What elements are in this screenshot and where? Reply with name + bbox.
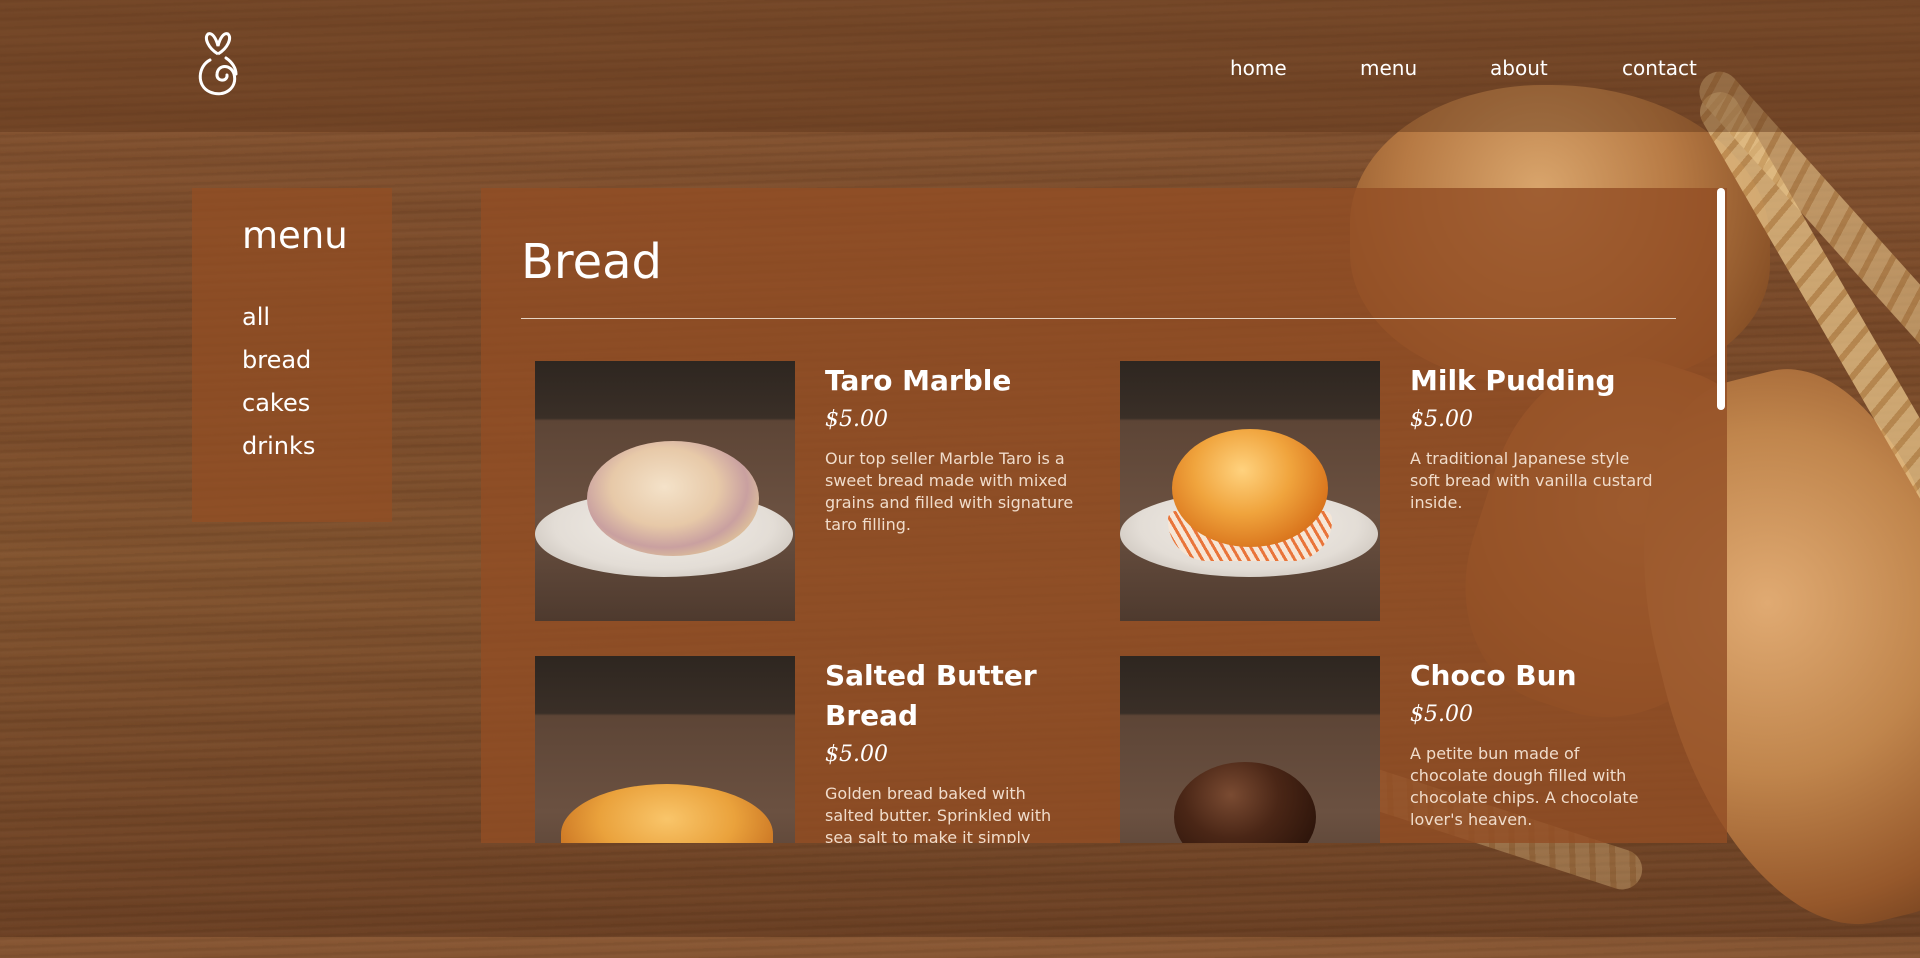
product-price: $5.00 (825, 407, 888, 432)
salted-butter-bread-photo (535, 656, 795, 843)
site-header: home menu about contact (0, 0, 1920, 132)
category-list: all bread cakes drinks (242, 302, 315, 474)
nav-home-link[interactable]: home (1230, 56, 1360, 80)
product-card[interactable]: Milk Pudding $5.00 A traditional Japanes… (1120, 361, 1680, 621)
product-name: Milk Pudding (1410, 364, 1616, 397)
nav-menu-link[interactable]: menu (1360, 56, 1490, 80)
product-description: Our top seller Marble Taro is a sweet br… (825, 449, 1074, 534)
category-drinks[interactable]: drinks (242, 431, 315, 474)
product-description: Golden bread baked with salted butter. S… (825, 784, 1052, 843)
taro-marble-photo (535, 361, 795, 621)
choco-bun-photo (1120, 656, 1380, 843)
product-name: Choco Bun (1410, 659, 1577, 692)
category-bread[interactable]: bread (242, 345, 315, 388)
category-all[interactable]: all (242, 302, 315, 345)
panel-scrollbar[interactable] (1715, 188, 1727, 843)
product-price: $5.00 (825, 742, 888, 767)
product-description: A petite bun made of chocolate dough fil… (1410, 744, 1639, 829)
sidebar-title: menu (242, 214, 348, 257)
product-card[interactable]: Salted Butter Bread $5.00 Golden bread b… (535, 656, 1095, 843)
product-card[interactable]: Taro Marble $5.00 Our top seller Marble … (535, 361, 1095, 621)
product-name: Taro Marble (825, 364, 1012, 397)
logo-icon[interactable] (190, 30, 246, 98)
section-title: Bread (521, 234, 663, 290)
nav-contact-link[interactable]: contact (1622, 56, 1697, 80)
nav-about-link[interactable]: about (1490, 56, 1622, 80)
divider (521, 318, 1676, 319)
milk-pudding-photo (1120, 361, 1380, 621)
main-nav: home menu about contact (1230, 56, 1697, 80)
product-price: $5.00 (1410, 702, 1473, 727)
scrollbar-thumb[interactable] (1717, 188, 1725, 410)
product-panel: Bread Taro Marble $5.00 Our top seller M… (481, 188, 1727, 843)
menu-sidebar: menu all bread cakes drinks (192, 188, 392, 522)
product-price: $5.00 (1410, 407, 1473, 432)
product-name: Salted Butter Bread (825, 659, 1037, 732)
product-card[interactable]: Choco Bun $5.00 A petite bun made of cho… (1120, 656, 1680, 843)
category-cakes[interactable]: cakes (242, 388, 315, 431)
product-description: A traditional Japanese style soft bread … (1410, 449, 1653, 512)
